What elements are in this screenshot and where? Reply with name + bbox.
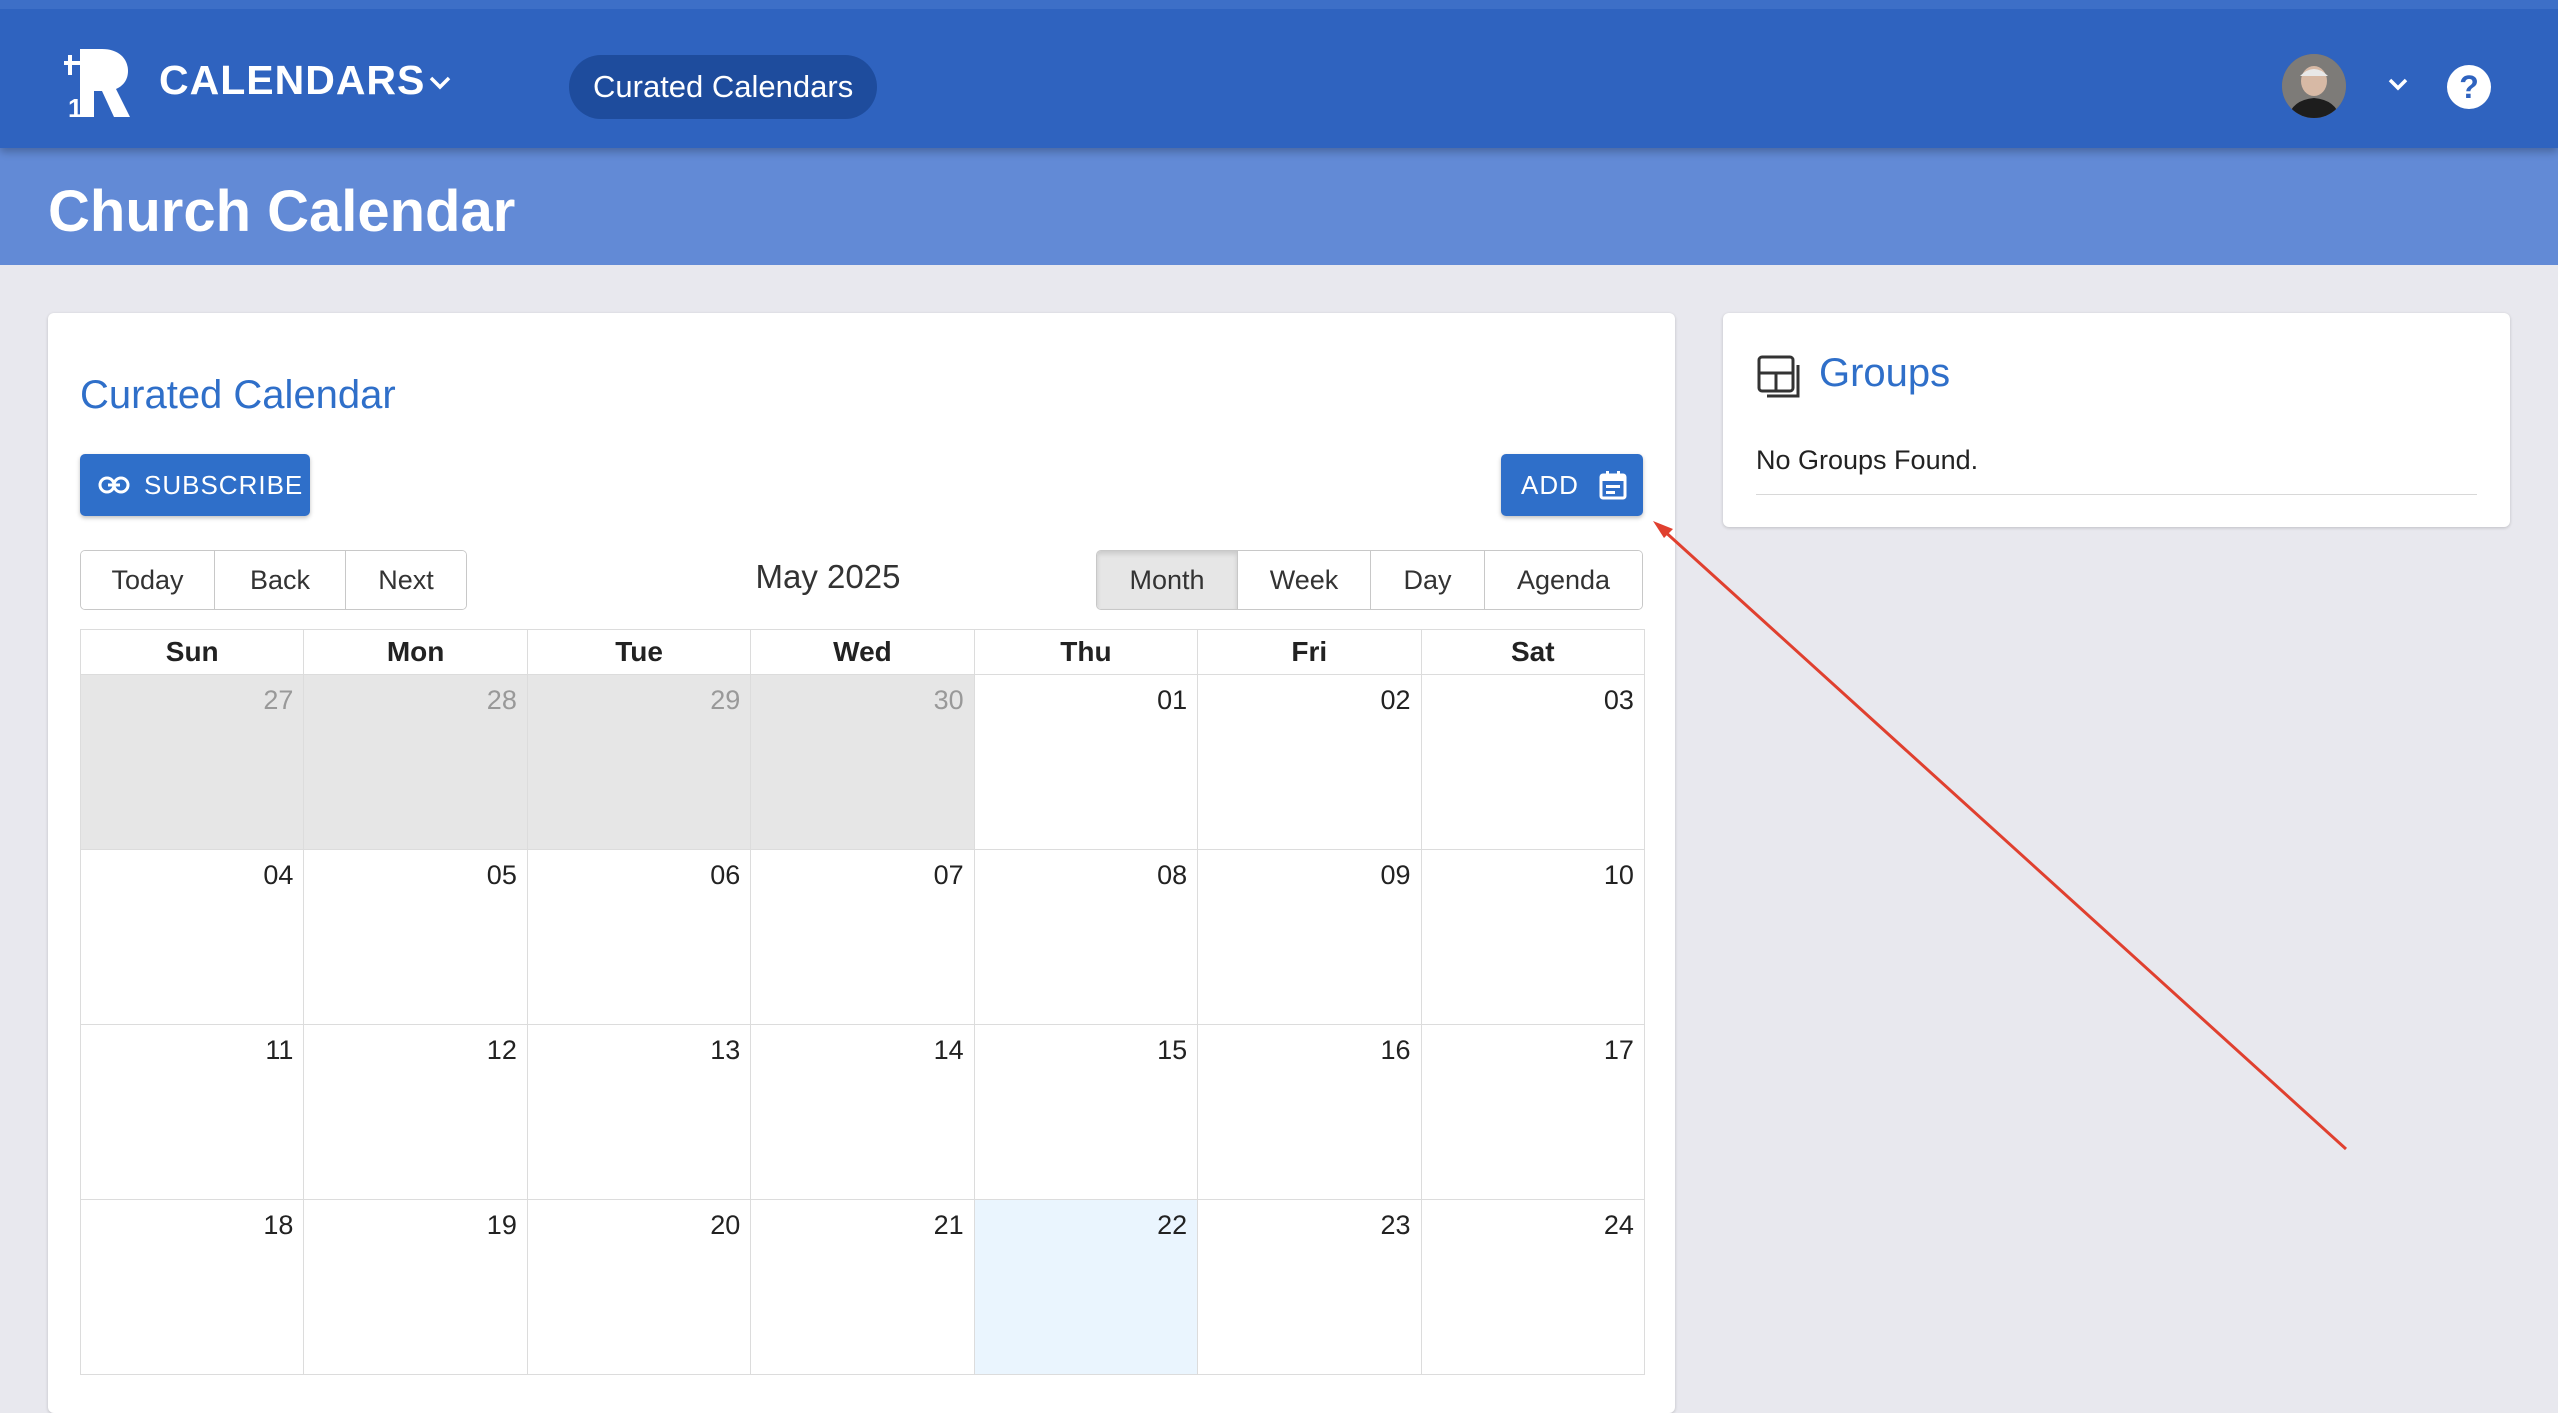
day-cell[interactable]: 15 [975, 1025, 1199, 1199]
groups-icon [1757, 355, 1800, 398]
today-button[interactable]: Today [81, 551, 215, 609]
day-cell[interactable]: 10 [1422, 850, 1644, 1024]
weekday-label: Sun [81, 630, 305, 674]
day-cell[interactable]: 27 [81, 675, 305, 849]
week-row: 18 19 20 21 22 23 24 [81, 1200, 1644, 1375]
day-cell[interactable]: 06 [528, 850, 752, 1024]
day-cell[interactable]: 16 [1198, 1025, 1422, 1199]
app-title[interactable]: CALENDARS [159, 57, 425, 104]
svg-text:?: ? [2459, 69, 2479, 105]
weekday-header: Sun Mon Tue Wed Thu Fri Sat [81, 630, 1644, 675]
user-avatar[interactable] [2282, 54, 2346, 118]
day-cell[interactable]: 02 [1198, 675, 1422, 849]
day-cell[interactable]: 11 [81, 1025, 305, 1199]
page-header: Church Calendar [0, 148, 2558, 265]
month-grid: Sun Mon Tue Wed Thu Fri Sat 27 28 29 30 … [80, 629, 1645, 1375]
calendar-icon [1599, 471, 1627, 500]
help-icon[interactable]: ? [2446, 64, 2492, 110]
chevron-down-icon[interactable] [2387, 77, 2409, 91]
month-label: May 2025 [755, 558, 901, 595]
week-row: 27 28 29 30 01 02 03 [81, 675, 1644, 850]
day-cell[interactable]: 24 [1422, 1200, 1644, 1374]
day-cell[interactable]: 04 [81, 850, 305, 1024]
avatar-image [2282, 54, 2346, 118]
view-agenda-button[interactable]: Agenda [1485, 551, 1642, 609]
day-cell[interactable]: 13 [528, 1025, 752, 1199]
day-cell[interactable]: 21 [751, 1200, 975, 1374]
weekday-label: Tue [528, 630, 752, 674]
add-label: ADD [1521, 469, 1579, 500]
page-title: Church Calendar [48, 179, 516, 244]
day-cell[interactable]: 20 [528, 1200, 752, 1374]
view-week-button[interactable]: Week [1238, 551, 1371, 609]
day-cell[interactable]: 14 [751, 1025, 975, 1199]
week-row: 04 05 06 07 08 09 10 [81, 850, 1644, 1025]
calendar-nav-group: Today Back Next [80, 550, 467, 610]
link-icon [98, 476, 130, 494]
day-cell[interactable]: 05 [304, 850, 528, 1024]
add-event-button[interactable]: ADD [1501, 454, 1643, 516]
back-button[interactable]: Back [215, 551, 346, 609]
day-cell[interactable]: 12 [304, 1025, 528, 1199]
day-cell[interactable]: 03 [1422, 675, 1644, 849]
groups-empty-text: No Groups Found. [1756, 445, 1979, 475]
groups-card: Groups No Groups Found. [1723, 313, 2510, 527]
app-bar: 1 CALENDARS Curated Calendars ? [0, 0, 2558, 148]
divider [1756, 494, 2477, 495]
calendar-card: Curated Calendar SUBSCRIBE ADD Today Bac… [48, 313, 1675, 1413]
church-logo-icon[interactable]: 1 [60, 45, 132, 121]
day-cell[interactable]: 01 [975, 675, 1199, 849]
day-cell[interactable]: 09 [1198, 850, 1422, 1024]
view-switcher: Month Week Day Agenda [1096, 550, 1643, 610]
weekday-label: Wed [751, 630, 975, 674]
day-cell[interactable]: 23 [1198, 1200, 1422, 1374]
weekday-label: Thu [975, 630, 1199, 674]
groups-title: Groups [1819, 351, 1951, 395]
week-row: 11 12 13 14 15 16 17 [81, 1025, 1644, 1200]
subscribe-label: SUBSCRIBE [144, 469, 304, 500]
weekday-label: Fri [1198, 630, 1422, 674]
card-title: Curated Calendar [80, 373, 396, 417]
weekday-label: Mon [304, 630, 528, 674]
day-cell[interactable]: 29 [527, 675, 752, 849]
day-cell[interactable]: 28 [304, 675, 528, 849]
day-cell[interactable]: 30 [751, 675, 975, 849]
weekday-label: Sat [1510, 636, 1555, 667]
day-cell[interactable]: 07 [751, 850, 975, 1024]
svg-text:1: 1 [68, 93, 82, 121]
subscribe-button[interactable]: SUBSCRIBE [80, 454, 310, 516]
day-cell[interactable]: 17 [1422, 1025, 1644, 1199]
day-cell[interactable]: 19 [304, 1200, 528, 1374]
chevron-down-icon[interactable] [428, 75, 452, 91]
day-cell[interactable]: 08 [975, 850, 1199, 1024]
view-day-button[interactable]: Day [1371, 551, 1485, 609]
curated-calendars-link[interactable]: Curated Calendars [569, 55, 878, 119]
view-month-button[interactable]: Month [1097, 551, 1238, 609]
today-cell[interactable]: 22 [974, 1200, 1199, 1374]
next-button[interactable]: Next [346, 551, 466, 609]
day-cell[interactable]: 18 [81, 1200, 305, 1374]
